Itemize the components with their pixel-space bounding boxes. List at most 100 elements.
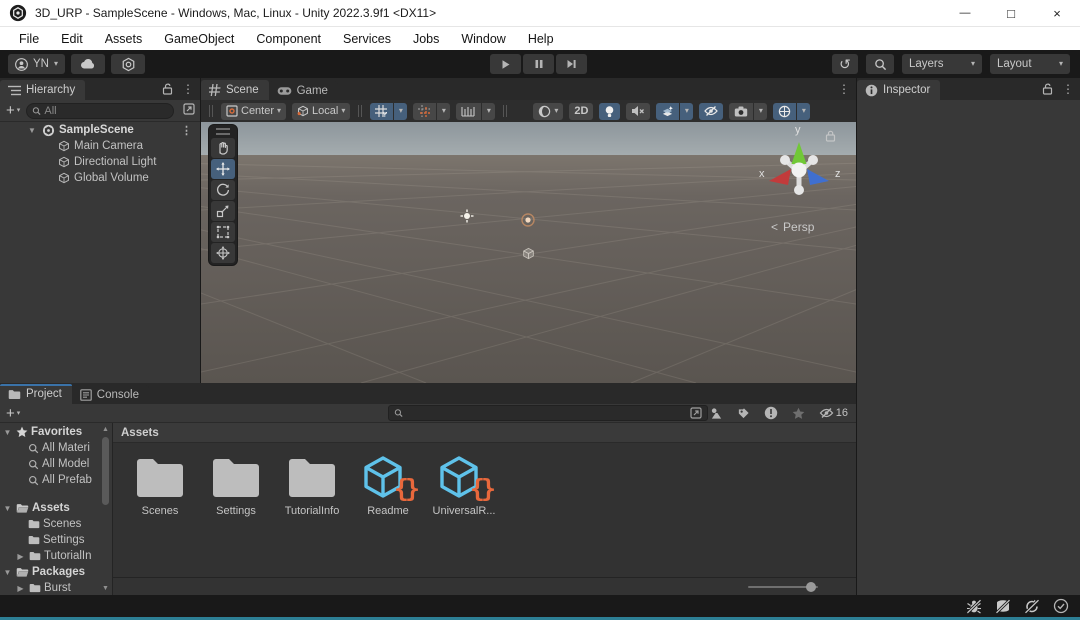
disclosure-closed-icon[interactable]: ▶ — [15, 584, 26, 593]
volume-gizmo[interactable] — [521, 213, 535, 227]
grid-visibility-toggle[interactable]: Y — [370, 103, 393, 120]
grid-snapping-dropdown[interactable]: ▾ — [437, 103, 450, 120]
2d-toggle[interactable]: 2D — [569, 103, 593, 120]
auto-refresh-status-button[interactable] — [1021, 597, 1043, 615]
hierarchy-search-field[interactable] — [26, 103, 174, 119]
disclosure-closed-icon[interactable]: ▶ — [15, 552, 26, 561]
cache-server-status-button[interactable] — [992, 597, 1014, 615]
menu-window[interactable]: Window — [450, 29, 516, 49]
step-button[interactable] — [556, 54, 587, 74]
gizmos-toggle[interactable] — [773, 103, 796, 120]
tree-all-models[interactable]: All Model — [0, 456, 112, 472]
tab-game[interactable]: Game — [269, 81, 338, 100]
disclosure-open-icon[interactable]: ▼ — [2, 504, 13, 513]
asset-scenes[interactable]: Scenes — [127, 455, 193, 577]
disclosure-open-icon[interactable]: ▼ — [2, 428, 13, 437]
scale-tool-button[interactable] — [211, 201, 235, 221]
toolbar-grip[interactable] — [209, 105, 213, 117]
axis-negative-handle[interactable] — [794, 185, 804, 195]
maximize-button[interactable]: □ — [988, 0, 1034, 27]
disclosure-open-icon[interactable]: ▼ — [26, 126, 38, 135]
undo-history-button[interactable]: ↺ — [832, 54, 858, 74]
asset-settings[interactable]: Settings — [203, 455, 269, 577]
scene-effects-dropdown[interactable]: ▾ — [680, 103, 693, 120]
close-button[interactable]: × — [1034, 0, 1080, 27]
snap-increment-button[interactable] — [456, 103, 481, 120]
scene-menu-icon[interactable]: ⋮ — [181, 124, 192, 137]
tree-packages[interactable]: ▼ Packages — [0, 564, 112, 580]
panel-menu-icon[interactable]: ⋮ — [1062, 83, 1074, 95]
asset-tutorialinfo[interactable]: TutorialInfo — [279, 455, 345, 577]
rect-tool-button[interactable] — [211, 222, 235, 242]
menu-services[interactable]: Services — [332, 29, 402, 49]
gizmos-dropdown[interactable]: ▾ — [797, 103, 810, 120]
grid-snapping-toggle[interactable] — [413, 103, 436, 120]
favorites-star-icon[interactable] — [792, 407, 805, 420]
menu-file[interactable]: File — [8, 29, 50, 49]
hierarchy-add-button[interactable]: + ▾ — [0, 102, 26, 119]
menu-jobs[interactable]: Jobs — [402, 29, 450, 49]
scene-camera-settings-button[interactable] — [729, 103, 753, 120]
axis-x-cone[interactable] — [769, 169, 791, 185]
toolbar-grip[interactable] — [358, 105, 362, 117]
tree-scrollbar[interactable]: ▲ ▼ — [100, 423, 111, 595]
draw-mode-dropdown[interactable]: ▾ — [533, 103, 563, 120]
assets-breadcrumb[interactable]: Assets — [113, 423, 856, 443]
axis-negative-handle[interactable] — [808, 155, 818, 165]
toolbar-grip[interactable] — [503, 105, 507, 117]
tab-inspector[interactable]: Inspector — [857, 80, 940, 100]
assets-grid[interactable]: Scenes Settings TutorialIn — [113, 443, 856, 577]
directional-light-gizmo[interactable] — [460, 209, 474, 223]
menu-help[interactable]: Help — [517, 29, 565, 49]
asset-universal-rp[interactable]: {} UniversalR... — [431, 455, 497, 577]
global-search-button[interactable] — [866, 54, 894, 74]
overlay-grip[interactable] — [216, 128, 230, 135]
unlock-icon[interactable] — [162, 83, 173, 95]
axis-y-cone[interactable] — [792, 142, 807, 164]
panel-menu-icon[interactable]: ⋮ — [838, 83, 850, 95]
asset-readme[interactable]: {} Readme — [355, 455, 421, 577]
layers-dropdown[interactable]: Layers ▾ — [902, 54, 982, 74]
tree-favorites[interactable]: ▼ Favorites — [0, 424, 112, 440]
settings-button[interactable] — [111, 54, 145, 74]
search-by-type-icon[interactable] — [710, 407, 723, 420]
grid-visibility-dropdown[interactable]: ▾ — [394, 103, 407, 120]
cloud-button[interactable] — [71, 54, 105, 74]
scene-visibility-toggle[interactable] — [699, 103, 723, 120]
hierarchy-search-input[interactable] — [44, 105, 168, 117]
tree-settings[interactable]: Settings — [0, 532, 112, 548]
menu-assets[interactable]: Assets — [94, 29, 154, 49]
play-button[interactable] — [490, 54, 521, 74]
rotate-tool-button[interactable] — [211, 180, 235, 200]
move-tool-button[interactable] — [211, 159, 235, 179]
camera-gizmo-cube[interactable] — [522, 247, 535, 260]
account-button[interactable]: YN ▾ — [8, 54, 65, 74]
transform-tool-button[interactable] — [211, 243, 235, 263]
project-search-field[interactable] — [388, 405, 708, 421]
axis-negative-handle[interactable] — [780, 155, 790, 165]
project-search-input[interactable] — [406, 407, 687, 419]
tool-handle-position-dropdown[interactable]: Center ▾ — [221, 103, 286, 120]
tree-assets[interactable]: ▼ Assets — [0, 500, 112, 516]
project-add-button[interactable]: + ▾ — [0, 405, 26, 422]
scroll-down-icon[interactable]: ▼ — [100, 583, 111, 594]
tab-hierarchy[interactable]: Hierarchy — [0, 80, 85, 100]
pause-button[interactable] — [523, 54, 554, 74]
hierarchy-row-global-volume[interactable]: Global Volume — [0, 170, 200, 186]
tree-burst[interactable]: ▶ Burst — [0, 580, 112, 595]
disclosure-open-icon[interactable]: ▼ — [2, 568, 13, 577]
scene-effects-toggle[interactable] — [656, 103, 679, 120]
tab-console[interactable]: Console — [72, 385, 149, 404]
open-window-icon[interactable] — [690, 407, 702, 419]
debugger-status-button[interactable] — [963, 597, 985, 615]
alert-icon[interactable] — [764, 406, 778, 420]
tool-handle-rotation-dropdown[interactable]: Local ▾ — [292, 103, 350, 120]
menu-edit[interactable]: Edit — [50, 29, 94, 49]
projection-toggle[interactable]: < Persp — [771, 220, 814, 234]
tab-scene[interactable]: Scene — [201, 80, 269, 100]
layout-dropdown[interactable]: Layout ▾ — [990, 54, 1070, 74]
tree-all-prefabs[interactable]: All Prefab — [0, 472, 112, 488]
minimize-button[interactable]: — — [942, 0, 988, 27]
menu-gameobject[interactable]: GameObject — [153, 29, 245, 49]
scene-camera-dropdown[interactable]: ▾ — [754, 103, 767, 120]
